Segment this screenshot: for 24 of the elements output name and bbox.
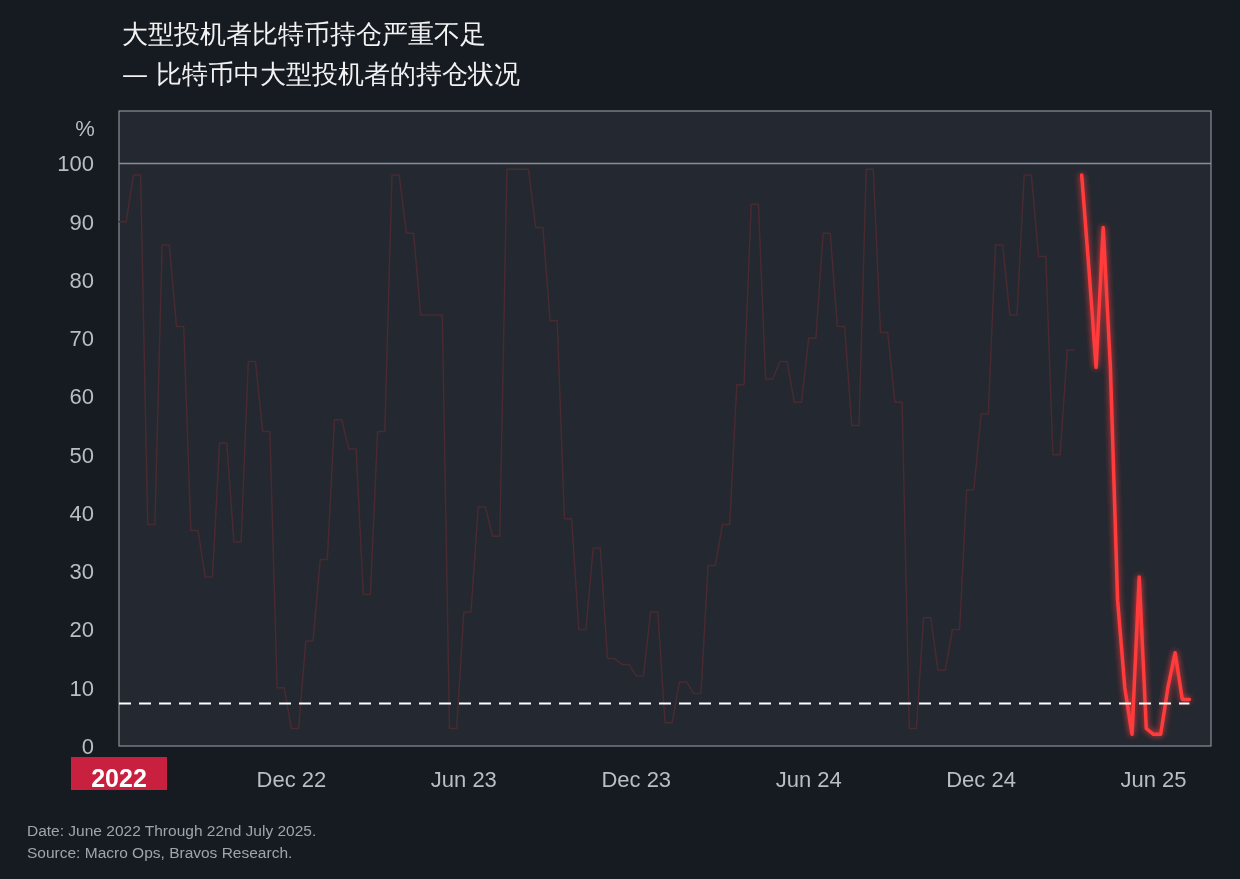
y-tick-label: 90 <box>69 209 94 235</box>
y-tick-label: 80 <box>69 267 94 293</box>
x-tick-label: Dec 22 <box>256 767 327 790</box>
x-tick-label: Dec 23 <box>601 767 672 790</box>
chart-subtitle: — 比特币中大型投机者的持仓状况 <box>122 58 521 91</box>
y-tick-label: 40 <box>69 500 94 526</box>
y-tick-label: 0 <box>81 734 94 759</box>
x-tick-label: Dec 24 <box>946 767 1016 790</box>
y-tick-label: 50 <box>69 442 94 468</box>
y-tick-label: 60 <box>69 384 94 410</box>
year-badge: 2022 <box>71 757 167 790</box>
source-note: Source: Macro Ops, Bravos Research. <box>27 843 293 863</box>
x-tick-label: Jun 25 <box>1120 767 1187 790</box>
x-tick-label: Jun 23 <box>430 767 497 790</box>
y-tick-label: 100 <box>57 151 94 177</box>
x-tick-label: 2022 <box>91 764 147 792</box>
y-axis-label: % <box>75 116 95 141</box>
chart-title: 大型投机者比特币持仓严重不足 <box>122 18 486 51</box>
y-tick-label: 30 <box>69 559 94 585</box>
source-note: Date: June 2022 Through 22nd July 2025. <box>27 821 317 841</box>
y-tick-label: 20 <box>69 617 94 643</box>
y-tick-label: 70 <box>69 326 94 352</box>
x-tick-label: Jun 24 <box>775 767 842 790</box>
y-tick-label: 10 <box>69 675 94 701</box>
